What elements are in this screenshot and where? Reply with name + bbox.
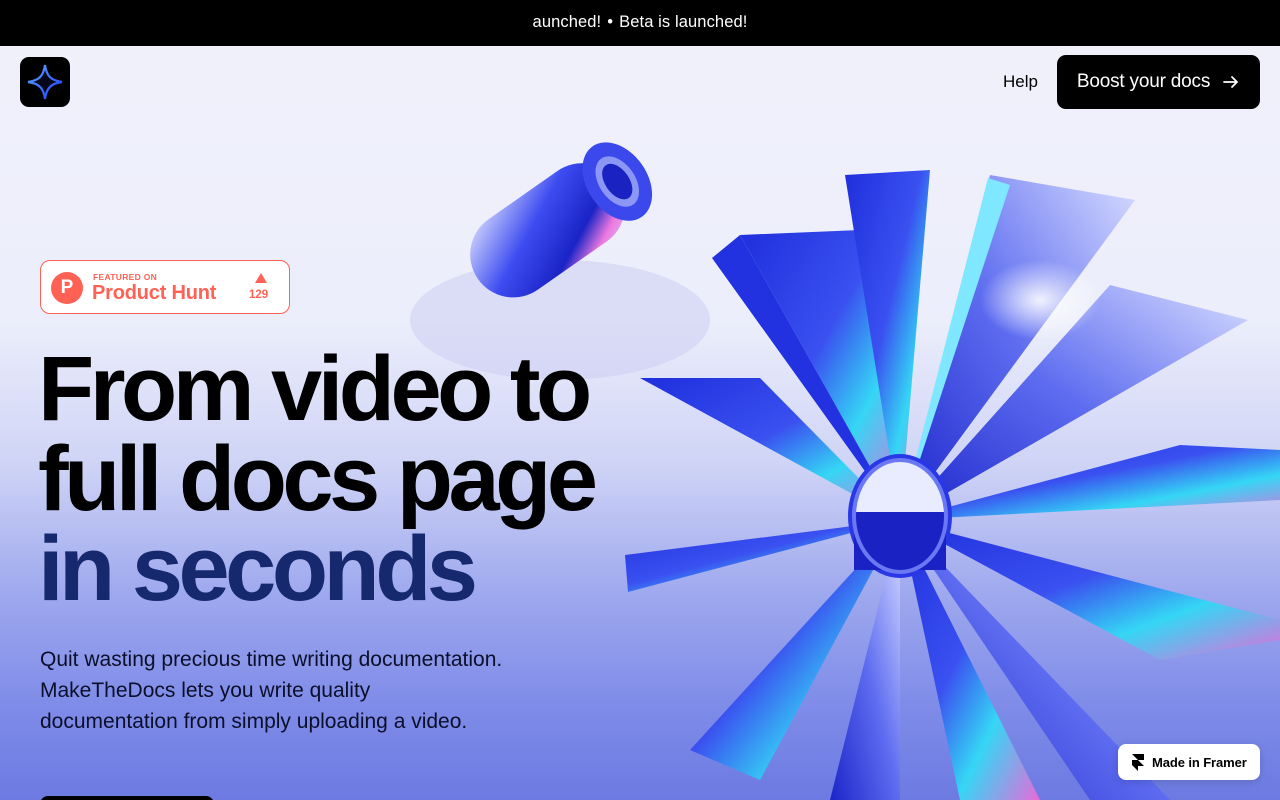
hero-title: From video to full docs page in seconds [38,338,638,620]
product-hunt-icon: P [51,272,83,304]
made-in-framer-badge[interactable]: Made in Framer [1118,744,1260,780]
boost-docs-label: Boost your docs [1076,71,1211,92]
framer-icon [1132,753,1144,771]
sparkle-star-icon [27,64,63,100]
hero-subtitle: Quit wasting precious time writing docum… [40,648,503,733]
product-hunt-badge[interactable]: P FEATURED ON Product Hunt 129 [40,260,290,314]
announcement-ticker: aunched! • Beta is launched! [0,0,1280,46]
nav-help-link[interactable]: Help [1003,72,1038,92]
hero-title-line-2: full docs page [38,428,598,530]
hero-cta-button[interactable] [40,796,214,800]
ticker-fade-left [440,0,500,46]
hero-title-line-1: From video to [38,338,592,440]
framer-label: Made in Framer [1152,754,1247,770]
hero-title-line-3: in seconds [38,518,478,620]
badge-vote-count: 129 [249,289,269,301]
ticker-fragment: aunched! [532,13,602,31]
ticker-separator: • [607,13,614,31]
arrow-right-icon [1223,76,1239,88]
badge-name: Product Hunt [92,282,217,304]
ticker-message: Beta is launched! [619,13,748,31]
badge-featured-label: FEATURED ON [93,272,158,282]
ticker-track: aunched! • Beta is launched! [0,13,1280,33]
brand-logo[interactable] [20,57,70,107]
boost-docs-button[interactable]: Boost your docs [1057,55,1260,109]
upvote-icon [255,273,267,283]
